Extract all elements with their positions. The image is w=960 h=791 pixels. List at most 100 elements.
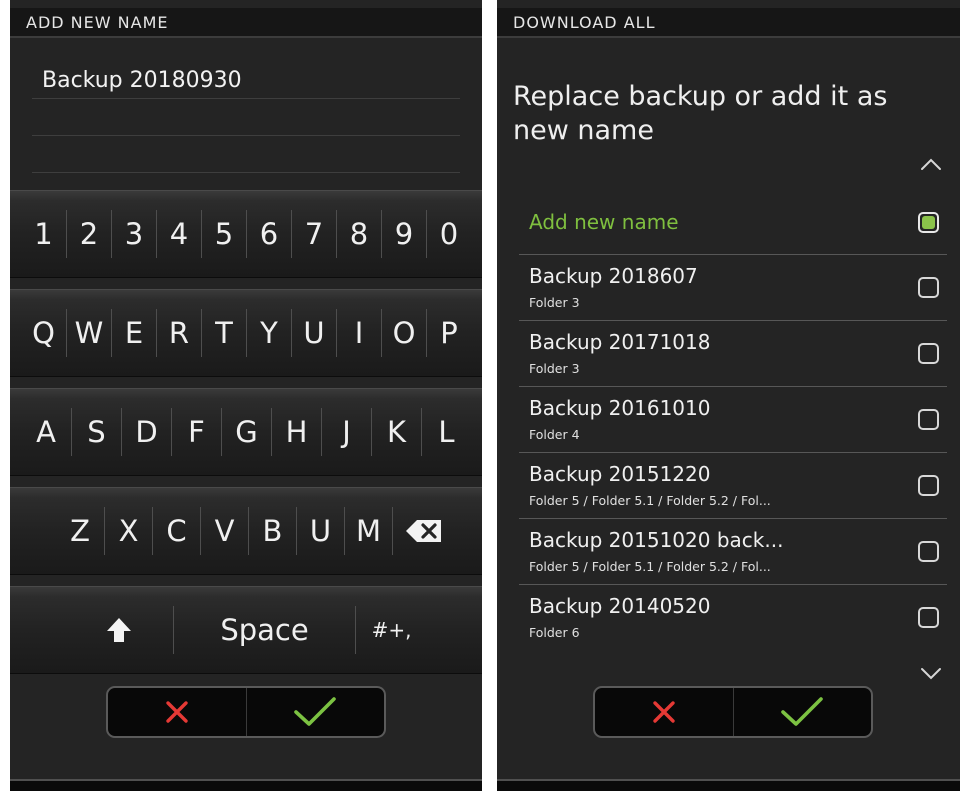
action-buttons — [106, 686, 386, 738]
item-subtitle: Folder 3 — [529, 361, 580, 376]
scroll-up-button[interactable] — [917, 150, 945, 178]
list-item[interactable]: Backup 20151020 back... Folder 5 / Folde… — [519, 518, 947, 582]
key[interactable]: G — [221, 408, 271, 456]
input-line — [32, 98, 460, 99]
key[interactable]: V — [200, 507, 248, 555]
item-title: Backup 20151020 back... — [529, 528, 784, 552]
key[interactable]: M — [344, 507, 392, 555]
confirm-check-icon — [781, 697, 824, 726]
keyboard-row-zxcv: Z X C V B U M — [10, 487, 482, 575]
key[interactable]: 7 — [291, 210, 336, 258]
key[interactable]: 9 — [381, 210, 426, 258]
item-title: Backup 20140520 — [529, 594, 711, 618]
key[interactable]: L — [421, 408, 471, 456]
input-line — [32, 172, 460, 173]
key[interactable]: 1 — [21, 210, 66, 258]
checkbox-checked[interactable] — [918, 212, 939, 233]
key[interactable]: 4 — [156, 210, 201, 258]
option-label: Add new name — [529, 210, 679, 234]
list-item[interactable]: Backup 2018607 Folder 3 — [519, 254, 947, 318]
scroll-down-button[interactable] — [917, 660, 945, 688]
key[interactable]: P — [426, 309, 471, 357]
key[interactable]: U — [291, 309, 336, 357]
checkbox-fill — [922, 216, 935, 229]
download-all-panel: DOWNLOAD ALL Replace backup or add it as… — [497, 0, 960, 791]
key[interactable]: 6 — [246, 210, 291, 258]
list-item[interactable]: Backup 20151220 Folder 5 / Folder 5.1 / … — [519, 452, 947, 516]
checkbox[interactable] — [918, 409, 939, 430]
key[interactable]: K — [371, 408, 421, 456]
confirm-button[interactable] — [732, 688, 872, 736]
chevron-up-icon — [921, 158, 941, 170]
key[interactable]: E — [111, 309, 156, 357]
keyboard-row-bottom: Space #+, — [10, 586, 482, 674]
key[interactable]: S — [71, 408, 121, 456]
item-title: Backup 20171018 — [529, 330, 711, 354]
checkbox[interactable] — [918, 541, 939, 562]
key[interactable]: F — [171, 408, 221, 456]
cancel-button[interactable] — [595, 688, 733, 736]
checkbox[interactable] — [918, 475, 939, 496]
chevron-down-icon — [921, 668, 941, 680]
bottom-bar — [497, 779, 960, 791]
key[interactable]: C — [152, 507, 200, 555]
backspace-icon — [405, 520, 441, 542]
list-item[interactable]: Backup 20161010 Folder 4 — [519, 386, 947, 450]
symbols-key[interactable]: #+, — [355, 606, 427, 654]
backspace-key[interactable] — [392, 507, 454, 555]
item-subtitle: Folder 6 — [529, 625, 580, 640]
name-input[interactable]: Backup 20180930 — [42, 68, 242, 93]
cancel-button[interactable] — [108, 688, 246, 736]
key[interactable]: 0 — [426, 210, 471, 258]
space-key[interactable]: Space — [173, 606, 355, 654]
key[interactable]: 2 — [66, 210, 111, 258]
checkbox[interactable] — [918, 277, 939, 298]
key[interactable]: Q — [21, 309, 66, 357]
item-title: Backup 20151220 — [529, 462, 711, 486]
item-subtitle: Folder 5 / Folder 5.1 / Folder 5.2 / Fol… — [529, 559, 771, 574]
add-new-name-option[interactable]: Add new name — [519, 190, 947, 254]
item-title: Backup 2018607 — [529, 264, 698, 288]
input-line — [32, 135, 460, 136]
key[interactable]: B — [248, 507, 296, 555]
keyboard-row-asdf: A S D F G H J K L — [10, 388, 482, 476]
key[interactable]: Y — [246, 309, 291, 357]
key[interactable]: T — [201, 309, 246, 357]
key[interactable]: D — [121, 408, 171, 456]
panel-title: DOWNLOAD ALL — [497, 8, 960, 38]
key[interactable]: U — [296, 507, 344, 555]
checkbox[interactable] — [918, 343, 939, 364]
action-buttons — [593, 686, 873, 738]
list-item[interactable]: Backup 20140520 Folder 6 — [519, 584, 947, 648]
shift-key[interactable] — [65, 606, 173, 654]
key[interactable]: I — [336, 309, 381, 357]
cancel-x-icon — [166, 701, 188, 723]
item-subtitle: Folder 4 — [529, 427, 580, 442]
panel-title: ADD NEW NAME — [10, 8, 482, 38]
key[interactable]: R — [156, 309, 201, 357]
key[interactable]: 3 — [111, 210, 156, 258]
dialog-heading: Replace backup or add it as new name — [513, 81, 888, 146]
keyboard-row-qwerty: Q W E R T Y U I O P — [10, 289, 482, 377]
key[interactable]: A — [21, 408, 71, 456]
key[interactable]: W — [66, 309, 111, 357]
item-title: Backup 20161010 — [529, 396, 711, 420]
confirm-button[interactable] — [245, 688, 385, 736]
checkbox[interactable] — [918, 607, 939, 628]
cancel-x-icon — [653, 701, 675, 723]
key[interactable]: 8 — [336, 210, 381, 258]
key[interactable]: J — [321, 408, 371, 456]
list-item[interactable]: Backup 20171018 Folder 3 — [519, 320, 947, 384]
key[interactable]: O — [381, 309, 426, 357]
bottom-bar — [10, 779, 482, 791]
keyboard-row-numbers: 1 2 3 4 5 6 7 8 9 0 — [10, 190, 482, 278]
key[interactable]: H — [271, 408, 321, 456]
key[interactable]: Z — [56, 507, 104, 555]
item-subtitle: Folder 3 — [529, 295, 580, 310]
shift-arrow-icon — [107, 618, 131, 642]
add-new-name-panel: ADD NEW NAME Backup 20180930 1 2 3 4 5 6… — [10, 0, 482, 791]
confirm-check-icon — [294, 697, 337, 726]
key[interactable]: X — [104, 507, 152, 555]
key[interactable]: 5 — [201, 210, 246, 258]
item-subtitle: Folder 5 / Folder 5.1 / Folder 5.2 / Fol… — [529, 493, 771, 508]
